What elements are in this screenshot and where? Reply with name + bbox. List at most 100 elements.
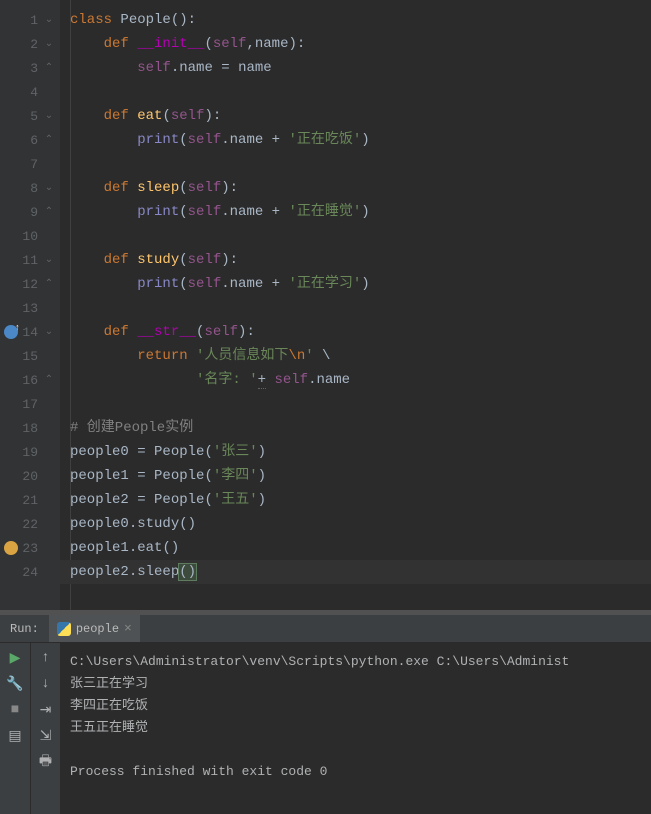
code-line[interactable]: people0.study()	[60, 512, 651, 536]
line-number: 3	[16, 61, 38, 76]
fold-icon[interactable]: ⌃	[44, 206, 54, 218]
line-number: 21	[16, 493, 38, 508]
override-icon[interactable]	[4, 325, 18, 339]
gutter-row[interactable]: 20	[0, 464, 60, 488]
line-number: 1	[16, 13, 38, 28]
line-number: 2	[16, 37, 38, 52]
gutter-row[interactable]: 22	[0, 512, 60, 536]
code-line[interactable]	[60, 152, 651, 176]
line-number: 7	[16, 157, 38, 172]
run-label: Run:	[10, 622, 39, 636]
line-number: 13	[16, 301, 38, 316]
editor-area: 1⌄2⌄3⌃45⌄6⌃78⌄9⌃1011⌄12⌃1314⌄1516⌃171819…	[0, 0, 651, 610]
gutter-row[interactable]: 13	[0, 296, 60, 320]
gutter-row[interactable]: 21	[0, 488, 60, 512]
fold-icon[interactable]: ⌄	[44, 326, 54, 338]
code-line[interactable]: def __str__(self):	[60, 320, 651, 344]
code-line[interactable]: class People():	[60, 8, 651, 32]
code-line[interactable]: def eat(self):	[60, 104, 651, 128]
code-line[interactable]: print(self.name + '正在吃饭')	[60, 128, 651, 152]
code-line[interactable]	[60, 296, 651, 320]
line-number: 10	[16, 229, 38, 244]
code-line[interactable]: self.name = name	[60, 56, 651, 80]
layout-button[interactable]: ▤	[4, 725, 26, 747]
code-line[interactable]: return '人员信息如下\n' \	[60, 344, 651, 368]
up-arrow-icon[interactable]: ↑	[35, 647, 57, 669]
gutter-row[interactable]: 4	[0, 80, 60, 104]
gutter-row[interactable]: 2⌄	[0, 32, 60, 56]
fold-icon[interactable]: ⌃	[44, 278, 54, 290]
code-area[interactable]: class People(): def __init__(self,name):…	[60, 0, 651, 610]
code-line[interactable]: people0 = People('张三')	[60, 440, 651, 464]
line-number: 15	[16, 349, 38, 364]
fold-icon[interactable]: ⌃	[44, 374, 54, 386]
line-number: 8	[16, 181, 38, 196]
code-line[interactable]: people1.eat()	[60, 536, 651, 560]
line-number: 4	[16, 85, 38, 100]
settings-button[interactable]: 🔧	[4, 673, 26, 695]
code-line[interactable]: people1 = People('李四')	[60, 464, 651, 488]
code-line[interactable]: print(self.name + '正在学习')	[60, 272, 651, 296]
fold-icon[interactable]: ⌃	[44, 62, 54, 74]
close-icon[interactable]: ×	[124, 621, 132, 636]
gutter-row[interactable]: 1⌄	[0, 8, 60, 32]
gutter-row[interactable]: 3⌃	[0, 56, 60, 80]
line-number: 19	[16, 445, 38, 460]
soft-wrap-button[interactable]: ⇥	[35, 699, 57, 721]
fold-icon[interactable]: ⌄	[44, 182, 54, 194]
gutter-row[interactable]: 17	[0, 392, 60, 416]
stop-button[interactable]: ■	[4, 699, 26, 721]
gutter-row[interactable]: 7	[0, 152, 60, 176]
code-line[interactable]: '名字: '+ self.name	[60, 368, 651, 392]
code-line[interactable]	[60, 80, 651, 104]
run-body: ▶ 🔧 ■ ▤ ↑ ↓ ⇥ ⇲ 🖶 C:\Users\Administrator…	[0, 643, 651, 814]
code-line[interactable]	[60, 224, 651, 248]
run-tab-name: people	[76, 622, 119, 636]
gutter-row[interactable]: 6⌃	[0, 128, 60, 152]
gutter-row[interactable]: 16 ⌃	[0, 368, 60, 392]
code-line[interactable]: def __init__(self,name):	[60, 32, 651, 56]
fold-icon[interactable]: ⌄	[44, 254, 54, 266]
gutter-row[interactable]: 11⌄	[0, 248, 60, 272]
python-icon	[57, 622, 71, 636]
fold-icon[interactable]: ⌄	[44, 38, 54, 50]
code-line[interactable]: people2 = People('王五')	[60, 488, 651, 512]
run-toolbar-right: ↑ ↓ ⇥ ⇲ 🖶	[30, 643, 60, 814]
fold-icon[interactable]: ⌄	[44, 14, 54, 26]
code-line[interactable]: def study(self):	[60, 248, 651, 272]
print-button[interactable]: 🖶	[35, 751, 57, 773]
gutter-row[interactable]: 5⌄	[0, 104, 60, 128]
line-number: 12	[16, 277, 38, 292]
down-arrow-icon[interactable]: ↓	[35, 673, 57, 695]
rerun-button[interactable]: ▶	[4, 647, 26, 669]
run-tab[interactable]: people ×	[49, 615, 140, 642]
line-number: 22	[16, 517, 38, 532]
gutter-row[interactable]: 12 ⌃	[0, 272, 60, 296]
gutter-row[interactable]: 10	[0, 224, 60, 248]
gutter-row[interactable]: 24	[0, 560, 60, 584]
code-line[interactable]: def sleep(self):	[60, 176, 651, 200]
gutter-row[interactable]: 9⌃	[0, 200, 60, 224]
fold-icon[interactable]: ⌃	[44, 134, 54, 146]
gutter-row[interactable]: 8⌄	[0, 176, 60, 200]
gutter-row[interactable]: 15	[0, 344, 60, 368]
line-number: 20	[16, 469, 38, 484]
code-line[interactable]: print(self.name + '正在睡觉')	[60, 200, 651, 224]
bulb-icon[interactable]	[4, 541, 18, 555]
line-number: 16	[16, 373, 38, 388]
gutter-row[interactable]: 23	[0, 536, 60, 560]
gutter-row[interactable]: 14⌄	[0, 320, 60, 344]
line-number: 5	[16, 109, 38, 124]
code-line[interactable]	[60, 392, 651, 416]
gutter: 1⌄2⌄3⌃45⌄6⌃78⌄9⌃1011⌄12⌃1314⌄1516⌃171819…	[0, 0, 60, 610]
gutter-row[interactable]: 18	[0, 416, 60, 440]
line-number: 24	[16, 565, 38, 580]
line-number: 9	[16, 205, 38, 220]
gutter-row[interactable]: 19	[0, 440, 60, 464]
code-line[interactable]: # 创建People实例	[60, 416, 651, 440]
line-number: 23	[16, 541, 38, 556]
scroll-button[interactable]: ⇲	[35, 725, 57, 747]
code-line[interactable]: people2.sleep()	[60, 560, 651, 584]
console-output[interactable]: C:\Users\Administrator\venv\Scripts\pyth…	[60, 643, 651, 814]
fold-icon[interactable]: ⌄	[44, 110, 54, 122]
